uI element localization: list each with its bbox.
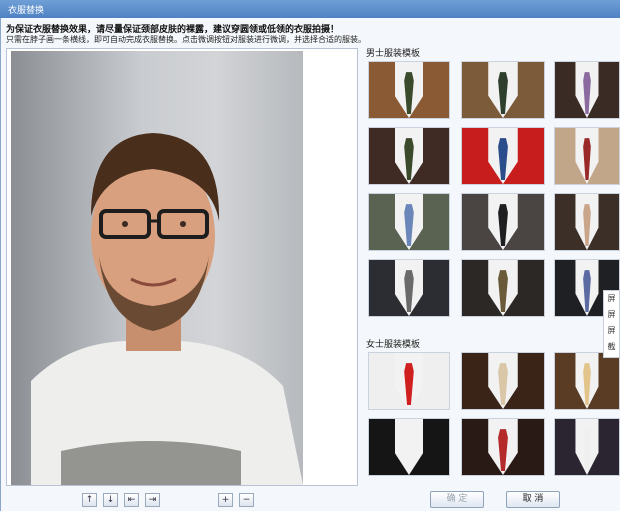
zoom-toolbar: + − bbox=[218, 493, 254, 509]
men-template-tile[interactable] bbox=[461, 193, 545, 251]
men-template-tile[interactable] bbox=[368, 127, 450, 185]
move-up-button[interactable]: ↑ bbox=[82, 493, 97, 507]
men-template-tile[interactable] bbox=[368, 259, 450, 317]
men-template-tile[interactable] bbox=[554, 127, 620, 185]
side-context-menu: 屏 屏 屏 截 bbox=[603, 290, 620, 358]
side-menu-item[interactable]: 截 bbox=[604, 339, 619, 355]
photo-preview-panel[interactable] bbox=[6, 48, 358, 486]
side-menu-item[interactable]: 屏 bbox=[604, 291, 619, 307]
men-template-tile[interactable] bbox=[461, 61, 545, 119]
women-template-tile[interactable] bbox=[554, 352, 620, 410]
men-template-tile[interactable] bbox=[368, 61, 450, 119]
women-section-label: 女士服装模板 bbox=[366, 340, 421, 350]
cancel-button[interactable]: 取 消 bbox=[506, 491, 560, 508]
women-template-tile[interactable] bbox=[368, 418, 450, 476]
title-bar: 衣服替换 bbox=[0, 0, 620, 18]
side-menu-item[interactable]: 屏 bbox=[604, 307, 619, 323]
men-template-tile[interactable] bbox=[461, 127, 545, 185]
men-section-label: 男士服装模板 bbox=[366, 49, 421, 59]
nudge-toolbar: ↑ ↓ ⇤ ⇥ bbox=[82, 493, 160, 509]
men-template-tile[interactable] bbox=[554, 193, 620, 251]
side-menu-item[interactable]: 屏 bbox=[604, 323, 619, 339]
men-template-tile[interactable] bbox=[368, 193, 450, 251]
women-template-tile[interactable] bbox=[368, 352, 450, 410]
zoom-out-button[interactable]: − bbox=[239, 493, 254, 507]
men-template-tile[interactable] bbox=[461, 259, 545, 317]
move-down-button[interactable]: ↓ bbox=[103, 493, 118, 507]
move-right-button[interactable]: ⇥ bbox=[145, 493, 160, 507]
zoom-in-button[interactable]: + bbox=[218, 493, 233, 507]
hint-line-2: 只需在脖子画一条横线，即可自动完成衣服替换。点击微调按钮对服装进行微调，并选择合… bbox=[6, 35, 366, 44]
confirm-button[interactable]: 确 定 bbox=[430, 491, 484, 508]
window-title: 衣服替换 bbox=[8, 6, 45, 16]
women-template-tile[interactable] bbox=[461, 352, 545, 410]
portrait-photo[interactable] bbox=[11, 51, 303, 485]
women-template-tile[interactable] bbox=[461, 418, 545, 476]
men-template-tile[interactable] bbox=[554, 61, 620, 119]
women-template-tile[interactable] bbox=[554, 418, 620, 476]
portrait-illustration bbox=[31, 133, 303, 485]
move-left-button[interactable]: ⇤ bbox=[124, 493, 139, 507]
